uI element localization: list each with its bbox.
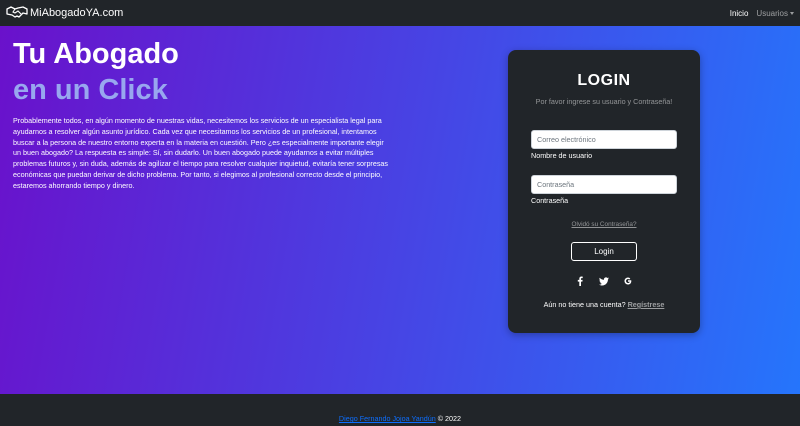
password-label: Contraseña (531, 196, 569, 205)
hero-title-line1: Tu Abogado (13, 38, 179, 70)
hero-title-line2: en un Click (13, 74, 168, 106)
forgot-password-link[interactable]: Olvidó su Contraseña? (508, 221, 700, 228)
caret-down-icon (790, 11, 794, 15)
brand-name: MiAbogadoYA.com (30, 7, 124, 19)
facebook-icon[interactable] (575, 276, 585, 286)
hero-title: Tu Abogado en un Click (13, 36, 179, 108)
navbar: MiAbogadoYA.com Inicio Usuarios (0, 0, 800, 26)
nav-links: Inicio Usuarios (730, 9, 794, 18)
email-input[interactable] (531, 130, 677, 149)
footer-text: Diego Fernando Jojoa Yandún © 2022 (0, 414, 800, 423)
handshake-icon (6, 5, 30, 22)
login-button[interactable]: Login (571, 242, 637, 261)
login-title: LOGIN (577, 72, 631, 89)
password-input[interactable] (531, 175, 677, 194)
nav-usuarios-dropdown[interactable]: Usuarios (756, 9, 794, 18)
signup-link[interactable]: Regístrese (628, 300, 665, 309)
brand-link[interactable]: MiAbogadoYA.com (6, 5, 123, 22)
signup-text: Aún no tiene una cuenta? (543, 300, 626, 309)
hero-paragraph: Probablemente todos, en algún momento de… (13, 116, 389, 190)
google-icon[interactable] (623, 276, 633, 286)
social-login (508, 276, 700, 286)
nav-usuarios-label: Usuarios (756, 8, 788, 18)
footer: Diego Fernando Jojoa Yandún © 2022 (0, 394, 800, 426)
login-subtitle: Por favor ingrese su usuario y Contraseñ… (535, 97, 673, 106)
copyright-text: © 2022 (437, 414, 462, 423)
hero-section: Tu Abogado en un Click Probablemente tod… (0, 26, 800, 394)
email-label: Nombre de usuario (531, 151, 593, 160)
nav-inicio[interactable]: Inicio (730, 9, 749, 18)
login-card: LOGIN Por favor ingrese su usuario y Con… (508, 50, 700, 333)
twitter-icon[interactable] (599, 276, 609, 286)
author-link[interactable]: Diego Fernando Jojoa Yandún (339, 414, 436, 423)
signup-prompt: Aún no tiene una cuenta? Regístrese (508, 300, 700, 309)
